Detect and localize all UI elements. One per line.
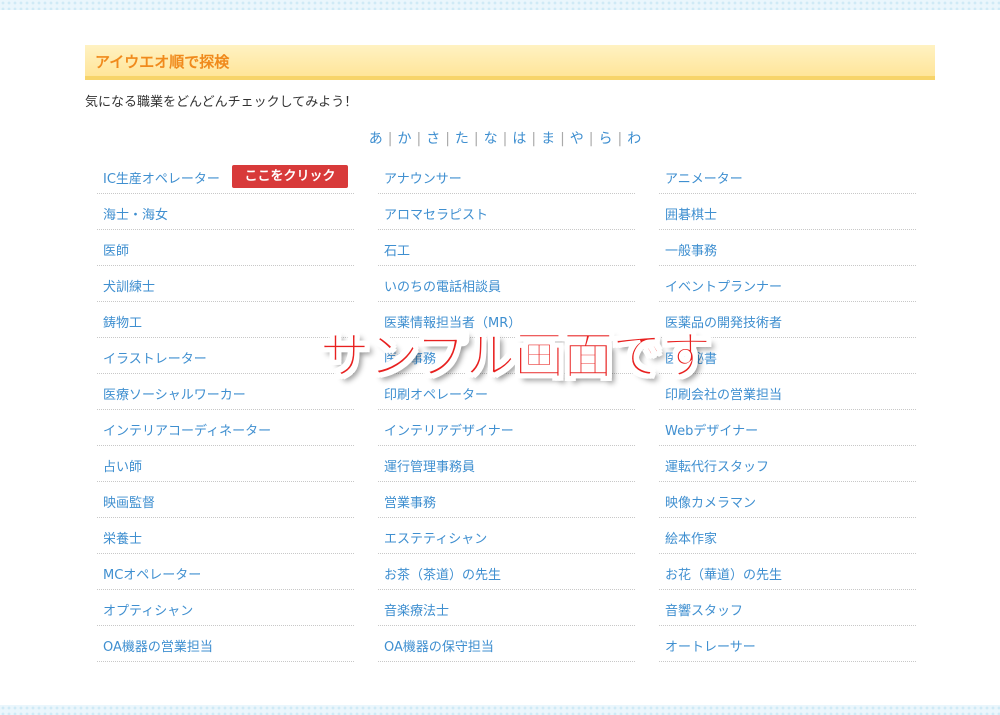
job-link[interactable]: MCオペレーター (103, 564, 201, 583)
section-title: アイウエオ順で探検 (95, 53, 230, 71)
job-list-item: いのちの電話相談員 (378, 266, 635, 302)
job-link[interactable]: 医療ソーシャルワーカー (103, 384, 246, 403)
job-list-item: イベントプランナー (659, 266, 916, 302)
job-link[interactable]: お茶（茶道）の先生 (384, 564, 501, 583)
job-list-item: アナウンサー (378, 158, 635, 194)
job-list-item: 絵本作家 (659, 518, 916, 554)
job-list-item: オプティシャン (97, 590, 354, 626)
kana-separator: | (502, 131, 508, 147)
job-link[interactable]: インテリアコーディネーター (103, 420, 271, 439)
kana-separator: | (617, 131, 623, 147)
job-list-item: インテリアコーディネーター (97, 410, 354, 446)
job-list-item: お茶（茶道）の先生 (378, 554, 635, 590)
click-here-badge[interactable]: ここをクリック (232, 165, 348, 188)
job-link[interactable]: 音楽療法士 (384, 600, 449, 619)
job-link[interactable]: インテリアデザイナー (384, 420, 514, 439)
job-column-1: IC生産オペレーター 海士・海女医師犬訓練士鋳物工イラストレーター医療ソーシャルワ… (97, 158, 354, 662)
job-list-item: 映画監督 (97, 482, 354, 518)
job-list-item: 映像カメラマン (659, 482, 916, 518)
kana-separator: | (588, 131, 594, 147)
section-heading-bar: アイウエオ順で探検 (85, 45, 935, 80)
sample-watermark: サンプル画面です (315, 311, 715, 393)
job-link[interactable]: 海士・海女 (103, 204, 168, 223)
job-list-item: お花（華道）の先生 (659, 554, 916, 590)
kana-link[interactable]: ら (599, 128, 613, 148)
kana-link[interactable]: た (455, 128, 469, 148)
job-link[interactable]: 囲碁棋士 (665, 204, 717, 223)
job-list-item: 囲碁棋士 (659, 194, 916, 230)
job-list-item: インテリアデザイナー (378, 410, 635, 446)
job-link[interactable]: 運行管理事務員 (384, 456, 475, 475)
job-link[interactable]: お花（華道）の先生 (665, 564, 782, 583)
job-list-item: 栄養士 (97, 518, 354, 554)
job-list-item: 運転代行スタッフ (659, 446, 916, 482)
job-link[interactable]: 犬訓練士 (103, 276, 155, 295)
job-link[interactable]: 一般事務 (665, 240, 717, 259)
kana-link[interactable]: か (397, 128, 411, 148)
job-link[interactable]: いのちの電話相談員 (384, 276, 501, 295)
kana-separator: | (416, 131, 422, 147)
job-list-item: アロマセラピスト (378, 194, 635, 230)
job-list-item: オートレーサー (659, 626, 916, 662)
kana-separator: | (473, 131, 479, 147)
job-list-item: 海士・海女 (97, 194, 354, 230)
job-list-item: OA機器の営業担当 (97, 626, 354, 662)
job-link[interactable]: 栄養士 (103, 528, 142, 547)
job-link[interactable]: アナウンサー (384, 168, 462, 187)
job-link[interactable]: OA機器の営業担当 (103, 636, 213, 655)
kana-link[interactable]: わ (627, 128, 641, 148)
job-link[interactable]: 鋳物工 (103, 312, 142, 331)
job-list-item: 石工 (378, 230, 635, 266)
job-list-item: 占い師 (97, 446, 354, 482)
job-column-3: アニメーター 囲碁棋士 一般事務 イベントプランナー 医薬品の開発技術者 医療秘書 印刷会社… (659, 158, 916, 662)
job-link[interactable]: 石工 (384, 240, 410, 259)
job-link[interactable]: IC生産オペレーター (103, 168, 220, 187)
job-link[interactable]: 映画監督 (103, 492, 155, 511)
kana-separator: | (387, 131, 393, 147)
job-list-item: MCオペレーター (97, 554, 354, 590)
sample-watermark-text: サンプル画面です (319, 327, 711, 386)
page-bottom-border (0, 705, 1000, 715)
job-list-item: 一般事務 (659, 230, 916, 266)
job-link[interactable]: オプティシャン (103, 600, 193, 619)
page-top-border (0, 0, 1000, 10)
kana-separator: | (560, 131, 565, 147)
kana-link[interactable]: は (512, 128, 526, 148)
job-link[interactable]: 占い師 (103, 456, 142, 475)
kana-link[interactable]: や (570, 128, 584, 148)
job-column-2: アナウンサー アロマセラピスト 石工 いのちの電話相談員 医薬情報担当者（MR） 医療事務… (378, 158, 635, 662)
job-list-item: 音響スタッフ (659, 590, 916, 626)
job-link[interactable]: 営業事務 (384, 492, 436, 511)
kana-index-nav: あ | か | さ | た | な | は | ま | や | ら | わ (0, 128, 1000, 148)
job-link[interactable]: 映像カメラマン (665, 492, 756, 511)
job-list-item: 医師 (97, 230, 354, 266)
kana-link[interactable]: な (484, 128, 498, 148)
kana-link[interactable]: あ (369, 128, 383, 148)
job-list-item: 犬訓練士 (97, 266, 354, 302)
job-link[interactable]: エステティシャン (384, 528, 487, 547)
job-link[interactable]: OA機器の保守担当 (384, 636, 494, 655)
job-list-item: 営業事務 (378, 482, 635, 518)
job-link[interactable]: イラストレーター (103, 348, 207, 367)
job-link[interactable]: Webデザイナー (665, 420, 758, 439)
job-link[interactable]: 絵本作家 (665, 528, 717, 547)
job-link[interactable]: アロマセラピスト (384, 204, 488, 223)
kana-link[interactable]: さ (426, 128, 440, 148)
kana-separator: | (445, 131, 450, 147)
job-link[interactable]: アニメーター (665, 168, 743, 187)
job-list-item: OA機器の保守担当 (378, 626, 635, 662)
kana-link[interactable]: ま (541, 128, 555, 148)
job-list-item: 音楽療法士 (378, 590, 635, 626)
job-list-item: アニメーター (659, 158, 916, 194)
kana-separator: | (531, 131, 537, 147)
job-link[interactable]: オートレーサー (665, 636, 756, 655)
job-link[interactable]: 医師 (103, 240, 129, 259)
job-list-item: Webデザイナー (659, 410, 916, 446)
job-list-item: 運行管理事務員 (378, 446, 635, 482)
section-intro: 気になる職業をどんどんチェックしてみよう！ (85, 95, 358, 110)
job-link[interactable]: イベントプランナー (665, 276, 782, 295)
job-link[interactable]: 運転代行スタッフ (665, 456, 769, 475)
job-list-item: エステティシャン (378, 518, 635, 554)
job-link[interactable]: 音響スタッフ (665, 600, 743, 619)
